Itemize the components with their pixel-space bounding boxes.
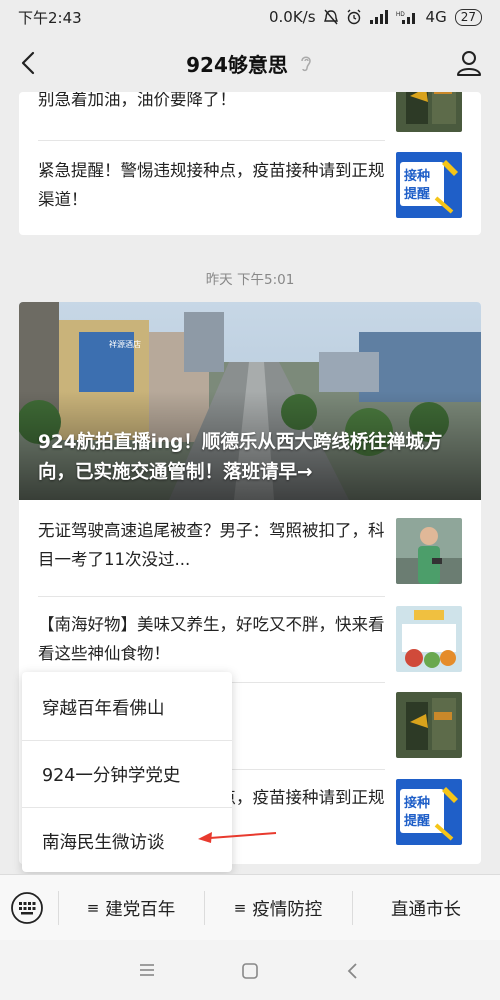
- menu-list-icon: ≡: [233, 899, 247, 917]
- network-type: 4G: [425, 8, 447, 26]
- submenu-item-history[interactable]: 穿越百年看佛山: [22, 674, 232, 740]
- hero-article[interactable]: 祥源酒店 924航拍直播ing！顺德乐从西大跨线桥往禅城方向，已实施交通管制！落…: [19, 302, 481, 500]
- signal-hd-icon: HD: [396, 12, 415, 24]
- article-title: 无证驾驶高速追尾被查？男子：驾照被扣了，科目一考了11次没过...: [38, 521, 385, 569]
- ear-icon: [301, 56, 311, 72]
- alarm-icon: [347, 9, 361, 25]
- svg-text:提醒: 提醒: [404, 813, 430, 829]
- menu-tab-label: 建党百年: [105, 899, 176, 920]
- keyboard-icon[interactable]: [10, 891, 44, 925]
- menu-icon[interactable]: [138, 962, 156, 978]
- home-icon[interactable]: [241, 962, 259, 980]
- list-item[interactable]: 紧急提醒！警惕违规接种点，疫苗接种请到正规渠道！ 接种提醒: [19, 142, 481, 229]
- hero-article-title: 924航拍直播ing！顺德乐从西大跨线桥往禅城方向，已实施交通管制！落班请早→: [38, 432, 443, 483]
- thumbnail-fuel-image: [396, 92, 462, 132]
- thumbnail-man-image: [396, 518, 462, 584]
- article-title: 【南海好物】美味又养生，好吃又不胖，快来看看这些神仙食物！: [38, 615, 385, 663]
- thumbnail-vaccine-image: 接种 提醒: [396, 152, 462, 218]
- status-bar: 下午2:43 0.0K/s HD 4G 27: [0, 0, 500, 34]
- status-icons: 0.0K/s HD 4G 27: [269, 8, 482, 26]
- system-navigation-bar: [0, 940, 500, 1000]
- thumbnail-food-image: [396, 606, 462, 672]
- article-card-1: 别急着加油，油价要降了！ 紧急提醒！警惕违规接种点，疫苗接种请到正规渠道！ 接种…: [19, 92, 481, 235]
- menu-tab-epidemic[interactable]: ≡ 疫情防控: [204, 875, 352, 941]
- menu-tab-label: 直通市长: [391, 899, 461, 920]
- nav-bar: 924够意思: [0, 34, 500, 92]
- svg-text:接种: 接种: [404, 795, 430, 811]
- message-timestamp: 昨天 下午5:01: [205, 272, 295, 288]
- network-speed: 0.0K/s: [268, 8, 316, 26]
- back-icon[interactable]: [14, 48, 44, 78]
- thumbnail-fuel-image: [396, 692, 462, 758]
- article-title: 别急着加油，油价要降了！: [38, 92, 236, 109]
- hero-sign-text: 祥源酒店: [109, 339, 141, 349]
- bottom-menu-bar: ≡ 建党百年 ≡ 疫情防控 直通市长: [0, 874, 500, 940]
- svg-text:提醒: 提醒: [404, 186, 430, 202]
- battery-indicator: 27: [454, 8, 482, 26]
- menu-tab-mayor[interactable]: 直通市长: [352, 875, 500, 941]
- menu-tab-label: 疫情防控: [252, 899, 323, 920]
- menu-tab-party[interactable]: ≡ 建党百年: [58, 875, 204, 941]
- signal-icon: [369, 10, 388, 24]
- submenu-item-party-history[interactable]: 924一分钟学党史: [22, 741, 232, 807]
- article-title: 紧急提醒！警惕违规接种点，疫苗接种请到正规渠道！: [38, 161, 385, 209]
- divider: [38, 140, 385, 141]
- svg-text:HD: HD: [396, 12, 405, 18]
- back-nav-icon[interactable]: [346, 962, 360, 980]
- menu-list-icon: ≡: [86, 899, 100, 917]
- alarm-mute-icon: [323, 9, 338, 25]
- list-item[interactable]: 【南海好物】美味又养生，好吃又不胖，快来看看这些神仙食物！: [19, 596, 481, 683]
- page-title: 924够意思: [186, 52, 288, 77]
- svg-text:接种: 接种: [404, 168, 430, 184]
- list-item[interactable]: 无证驾驶高速追尾被查？男子：驾照被扣了，科目一考了11次没过...: [19, 502, 481, 589]
- thumbnail-vaccine-image: 接种 提醒: [396, 779, 462, 845]
- profile-icon[interactable]: [454, 48, 484, 78]
- annotation-arrow-icon: [198, 832, 277, 843]
- status-time: 下午2:43: [18, 8, 82, 27]
